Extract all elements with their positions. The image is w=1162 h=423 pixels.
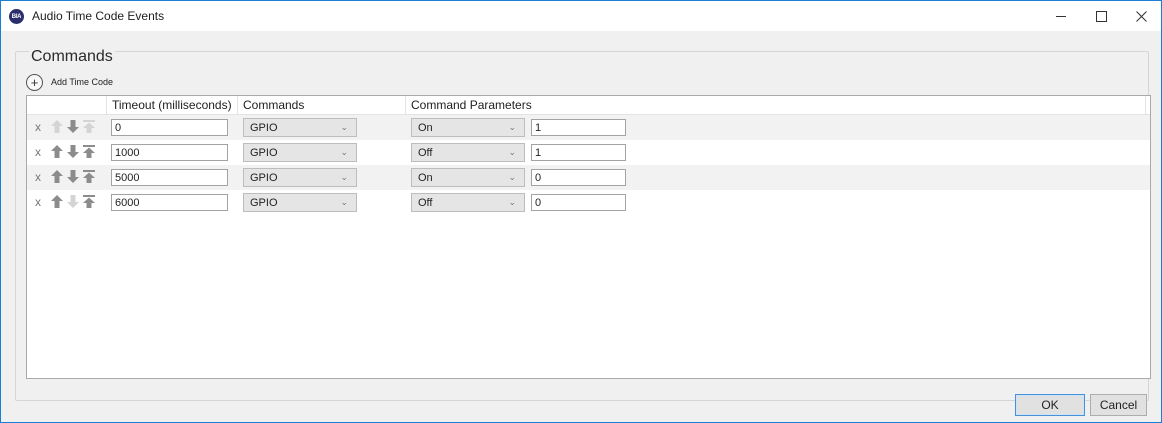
move-up-icon[interactable] [51, 145, 63, 158]
parameter-value-input[interactable] [531, 169, 626, 186]
chevron-down-icon: ⌄ [508, 122, 516, 132]
parameter-select[interactable]: Off ⌄ [411, 193, 525, 212]
move-to-top-icon[interactable] [83, 145, 95, 158]
command-select-value: GPIO [250, 146, 278, 159]
cancel-button[interactable]: Cancel [1090, 394, 1147, 416]
table-row: x GPIO ⌄ On ⌄ [27, 165, 1150, 190]
parameter-value-input[interactable] [531, 119, 626, 136]
move-to-top-icon[interactable] [83, 120, 95, 133]
add-time-code-label: Add Time Code [51, 77, 114, 87]
parameter-select-value: On [418, 121, 433, 134]
maximize-button[interactable] [1081, 1, 1121, 31]
move-down-icon[interactable] [67, 195, 79, 208]
chevron-down-icon: ⌄ [340, 122, 348, 132]
dialog-content: Commands + Add Time Code Timeout (millis… [1, 31, 1161, 422]
command-select[interactable]: GPIO ⌄ [243, 143, 357, 162]
table-row: x GPIO ⌄ Off ⌄ [27, 140, 1150, 165]
grid-header: Timeout (milliseconds) Commands Command … [27, 96, 1150, 115]
move-to-top-icon[interactable] [83, 195, 95, 208]
parameter-select[interactable]: Off ⌄ [411, 143, 525, 162]
parameter-value-input[interactable] [531, 144, 626, 161]
app-logo: BIA [9, 9, 24, 24]
window-title: Audio Time Code Events [32, 9, 165, 23]
commands-grid: Timeout (milliseconds) Commands Command … [26, 95, 1151, 379]
timeout-input[interactable] [111, 144, 228, 161]
command-select-value: GPIO [250, 196, 278, 209]
chevron-down-icon: ⌄ [508, 147, 516, 157]
add-circle-icon: + [26, 73, 43, 91]
move-up-icon[interactable] [51, 195, 63, 208]
move-down-icon[interactable] [67, 145, 79, 158]
parameter-select[interactable]: On ⌄ [411, 168, 525, 187]
dialog-window: BIA Audio Time Code Events Commands + Ad… [0, 0, 1162, 423]
title-bar[interactable]: BIA Audio Time Code Events [1, 1, 1161, 31]
parameter-value-input[interactable] [531, 194, 626, 211]
chevron-down-icon: ⌄ [340, 197, 348, 207]
delete-row-icon[interactable]: x [35, 120, 41, 134]
add-time-code-button[interactable]: + Add Time Code [26, 73, 113, 91]
close-icon [1135, 10, 1147, 22]
close-button[interactable] [1121, 1, 1161, 31]
move-down-icon[interactable] [67, 120, 79, 133]
timeout-input[interactable] [111, 119, 228, 136]
minimize-icon [1056, 15, 1066, 17]
delete-row-icon[interactable]: x [35, 195, 41, 209]
delete-row-icon[interactable]: x [35, 170, 41, 184]
command-select-value: GPIO [250, 121, 278, 134]
parameter-select-value: Off [418, 146, 433, 159]
parameter-select-value: On [418, 171, 433, 184]
move-to-top-icon[interactable] [83, 170, 95, 183]
parameter-select[interactable]: On ⌄ [411, 118, 525, 137]
header-filler [1145, 96, 1150, 114]
move-up-icon[interactable] [51, 170, 63, 183]
chevron-down-icon: ⌄ [340, 172, 348, 182]
header-command-parameters[interactable]: Command Parameters [405, 96, 1145, 114]
ok-button[interactable]: OK [1015, 394, 1085, 416]
header-timeout[interactable]: Timeout (milliseconds) [106, 96, 237, 114]
delete-row-icon[interactable]: x [35, 145, 41, 159]
maximize-icon [1095, 10, 1107, 22]
timeout-input[interactable] [111, 169, 228, 186]
header-row-actions [27, 96, 106, 114]
chevron-down-icon: ⌄ [340, 147, 348, 157]
command-select[interactable]: GPIO ⌄ [243, 193, 357, 212]
command-select[interactable]: GPIO ⌄ [243, 118, 357, 137]
chevron-down-icon: ⌄ [508, 197, 516, 207]
command-select-value: GPIO [250, 171, 278, 184]
header-commands[interactable]: Commands [237, 96, 405, 114]
move-down-icon[interactable] [67, 170, 79, 183]
timeout-input[interactable] [111, 194, 228, 211]
command-select[interactable]: GPIO ⌄ [243, 168, 357, 187]
table-row: x GPIO ⌄ On ⌄ [27, 115, 1150, 140]
table-row: x GPIO ⌄ Off ⌄ [27, 190, 1150, 215]
group-title: Commands [29, 48, 115, 66]
parameter-select-value: Off [418, 196, 433, 209]
chevron-down-icon: ⌄ [508, 172, 516, 182]
minimize-button[interactable] [1041, 1, 1081, 31]
move-up-icon[interactable] [51, 120, 63, 133]
